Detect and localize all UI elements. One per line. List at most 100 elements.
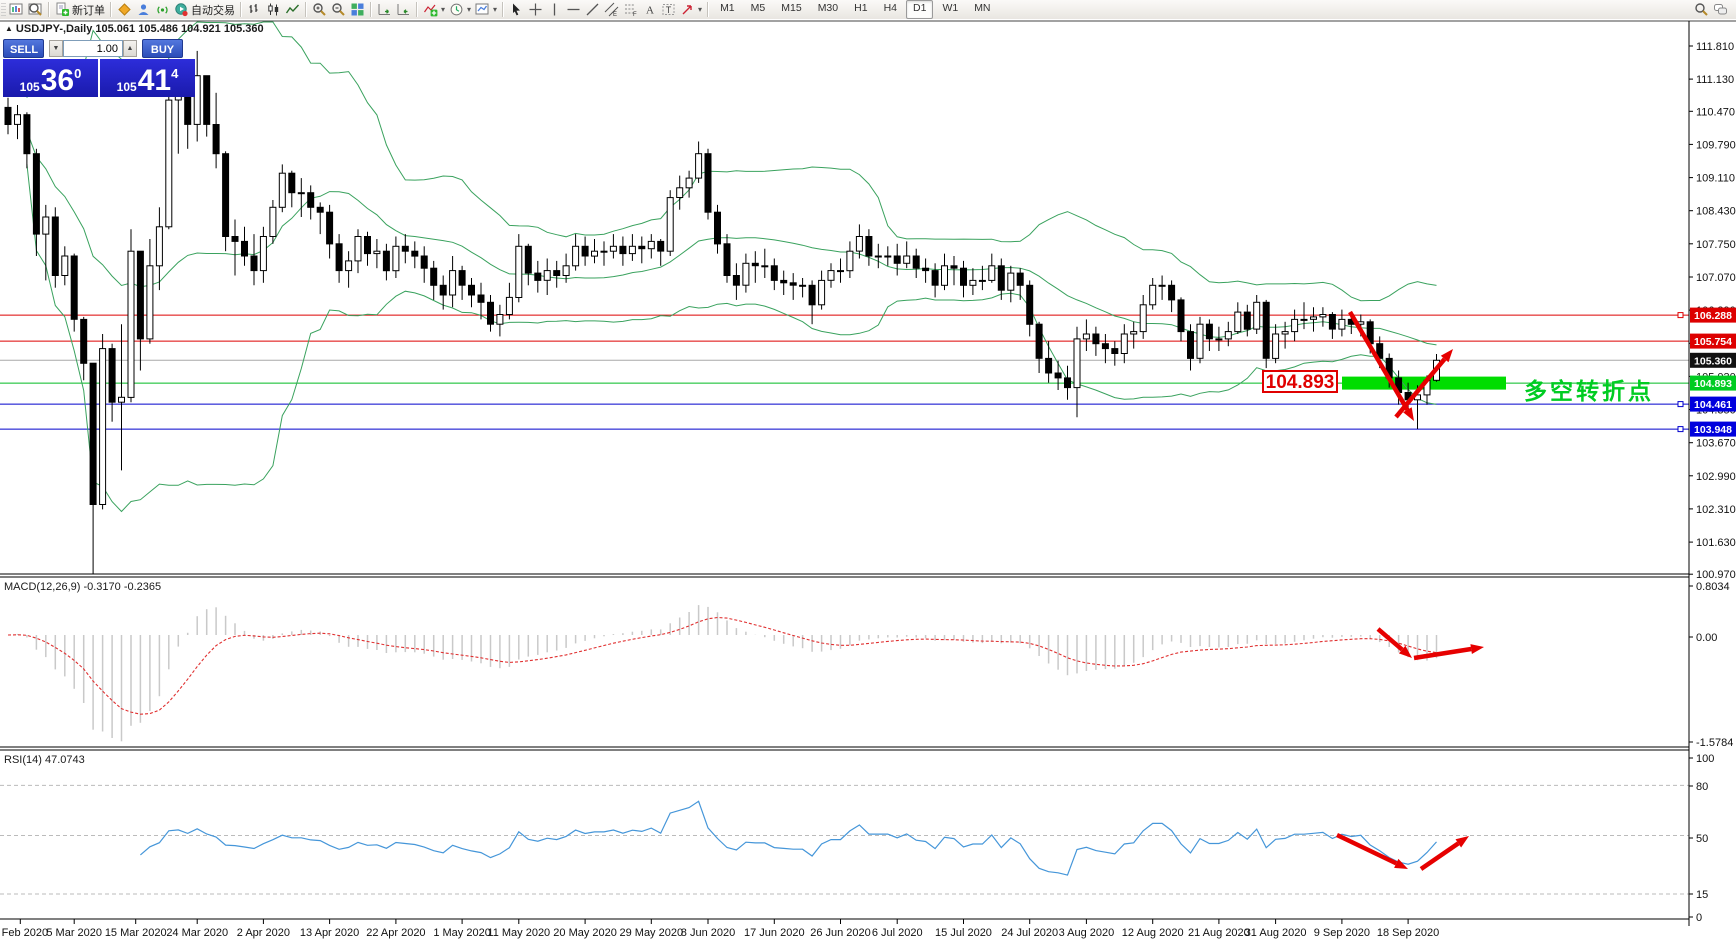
mt4-window: 新订单自动交易▾▾▾EFAT▾M1M5M15M30H1H4D1W1MN 111.…	[0, 0, 1736, 945]
candle	[71, 256, 77, 319]
sell-button[interactable]: SELL	[3, 39, 44, 58]
candle	[1093, 334, 1099, 344]
main-toolbar: 新订单自动交易▾▾▾EFAT▾M1M5M15M30H1H4D1W1MN	[0, 0, 1736, 20]
volume-up-button[interactable]: ▲	[123, 40, 137, 57]
chart-canvas[interactable]: 111.810111.130110.470109.790109.110108.4…	[0, 19, 1736, 945]
periods-button[interactable]: ▾	[447, 1, 473, 19]
cursor-button[interactable]	[507, 1, 526, 19]
buy-price-panel[interactable]: 105 41 4	[100, 59, 195, 97]
timeframe-m1-button[interactable]: M1	[713, 0, 742, 19]
rsi-axis-label: 15	[1696, 889, 1708, 901]
price-axis[interactable]: 111.810111.130110.470109.790109.110108.4…	[1689, 41, 1736, 924]
date-tick-label: 18 Sep 2020	[1377, 927, 1439, 939]
candle	[194, 76, 200, 125]
date-tick-label: 22 Apr 2020	[366, 927, 425, 939]
candle	[166, 100, 172, 227]
candle	[1055, 373, 1061, 378]
line-handle[interactable]	[1678, 427, 1683, 432]
vline-button[interactable]	[545, 1, 564, 19]
candle	[610, 246, 616, 251]
candle	[790, 283, 796, 285]
candle	[1131, 332, 1137, 334]
new-order-button[interactable]: 新订单	[53, 1, 107, 19]
indicators-icon	[423, 2, 438, 17]
bars-button[interactable]	[245, 1, 264, 19]
volume-down-button[interactable]: ▼	[49, 40, 63, 57]
candle	[402, 246, 408, 251]
date-tick-label: 15 Mar 2020	[105, 927, 167, 939]
candle	[875, 256, 881, 257]
svg-text:105.360: 105.360	[1694, 355, 1732, 367]
auto-scroll-button[interactable]	[375, 1, 394, 19]
timeframe-mn-button[interactable]: MN	[967, 0, 997, 19]
chart-window[interactable]: 111.810111.130110.470109.790109.110108.4…	[0, 19, 1736, 945]
svg-text:106.288: 106.288	[1694, 310, 1732, 322]
search-icon	[1694, 2, 1709, 17]
timeframe-h4-button[interactable]: H4	[877, 0, 904, 19]
label-button[interactable]: T	[659, 1, 678, 19]
candle	[1074, 339, 1080, 388]
date-tick-label: 12 Aug 2020	[1122, 927, 1184, 939]
metaeditor-button[interactable]	[115, 1, 134, 19]
label-icon: T	[661, 2, 676, 17]
profiles-button[interactable]	[26, 1, 45, 19]
candle	[1065, 378, 1071, 388]
timeframe-m15-button[interactable]: M15	[774, 0, 808, 19]
auto-scroll-icon	[377, 2, 392, 17]
hline-icon	[566, 2, 581, 17]
volume-input[interactable]	[63, 40, 123, 57]
candle	[923, 268, 929, 270]
timeframe-h1-button[interactable]: H1	[847, 0, 874, 19]
candle	[648, 241, 654, 248]
sell-price-panel[interactable]: 105 36 0	[3, 59, 98, 97]
candle	[743, 263, 749, 285]
indicators-button[interactable]: ▾	[421, 1, 447, 19]
channel-button[interactable]: E	[602, 1, 621, 19]
candle	[1150, 285, 1156, 305]
linechart-button[interactable]	[283, 1, 302, 19]
candle	[1244, 312, 1250, 329]
zoom-in-button[interactable]	[310, 1, 329, 19]
line-handle[interactable]	[1678, 313, 1683, 318]
zoom-out-button[interactable]	[329, 1, 348, 19]
line-handle[interactable]	[1678, 402, 1683, 407]
arrows-button[interactable]: ▾	[678, 1, 704, 19]
fibo-button[interactable]: F	[621, 1, 640, 19]
svg-text:103.948: 103.948	[1694, 424, 1732, 436]
crosshair-button[interactable]	[526, 1, 545, 19]
chat-button[interactable]	[1711, 1, 1730, 19]
candle	[1027, 285, 1033, 324]
timeframe-d1-button[interactable]: D1	[906, 0, 933, 19]
timeframe-w1-button[interactable]: W1	[935, 0, 965, 19]
timeframe-m5-button[interactable]: M5	[744, 0, 773, 19]
candle	[1273, 334, 1279, 358]
templates-icon	[475, 2, 490, 17]
buy-button[interactable]: BUY	[142, 39, 183, 58]
text-button[interactable]: A	[640, 1, 659, 19]
candle	[336, 244, 342, 271]
sell-price-big-figure: 105	[20, 80, 40, 94]
turning-point-annotation[interactable]: 多空转折点	[1524, 372, 1654, 406]
price-annotation-box[interactable]: 104.893	[1262, 370, 1338, 393]
market-button[interactable]	[134, 1, 153, 19]
chart-shift-button[interactable]	[394, 1, 413, 19]
candle	[260, 237, 266, 271]
bollinger-bands	[27, 22, 1437, 512]
date-axis[interactable]: 5 Feb 20205 Mar 202015 Mar 202024 Mar 20…	[0, 919, 1439, 939]
search-button[interactable]	[1692, 1, 1711, 19]
toolbar-separator	[370, 2, 372, 17]
timeframe-m30-button[interactable]: M30	[811, 0, 845, 19]
pane-borders	[0, 21, 1736, 926]
autotrade-button[interactable]: 自动交易	[172, 1, 237, 19]
tile-windows-button[interactable]	[348, 1, 367, 19]
templates-button[interactable]: ▾	[473, 1, 499, 19]
candle	[1206, 324, 1212, 339]
candle	[1329, 315, 1335, 330]
candles-button[interactable]	[264, 1, 283, 19]
chart-window-button[interactable]	[7, 1, 26, 19]
hline-button[interactable]	[564, 1, 583, 19]
signals-button[interactable]	[153, 1, 172, 19]
trendline-button[interactable]	[583, 1, 602, 19]
candle	[998, 266, 1004, 290]
candle	[582, 246, 588, 256]
